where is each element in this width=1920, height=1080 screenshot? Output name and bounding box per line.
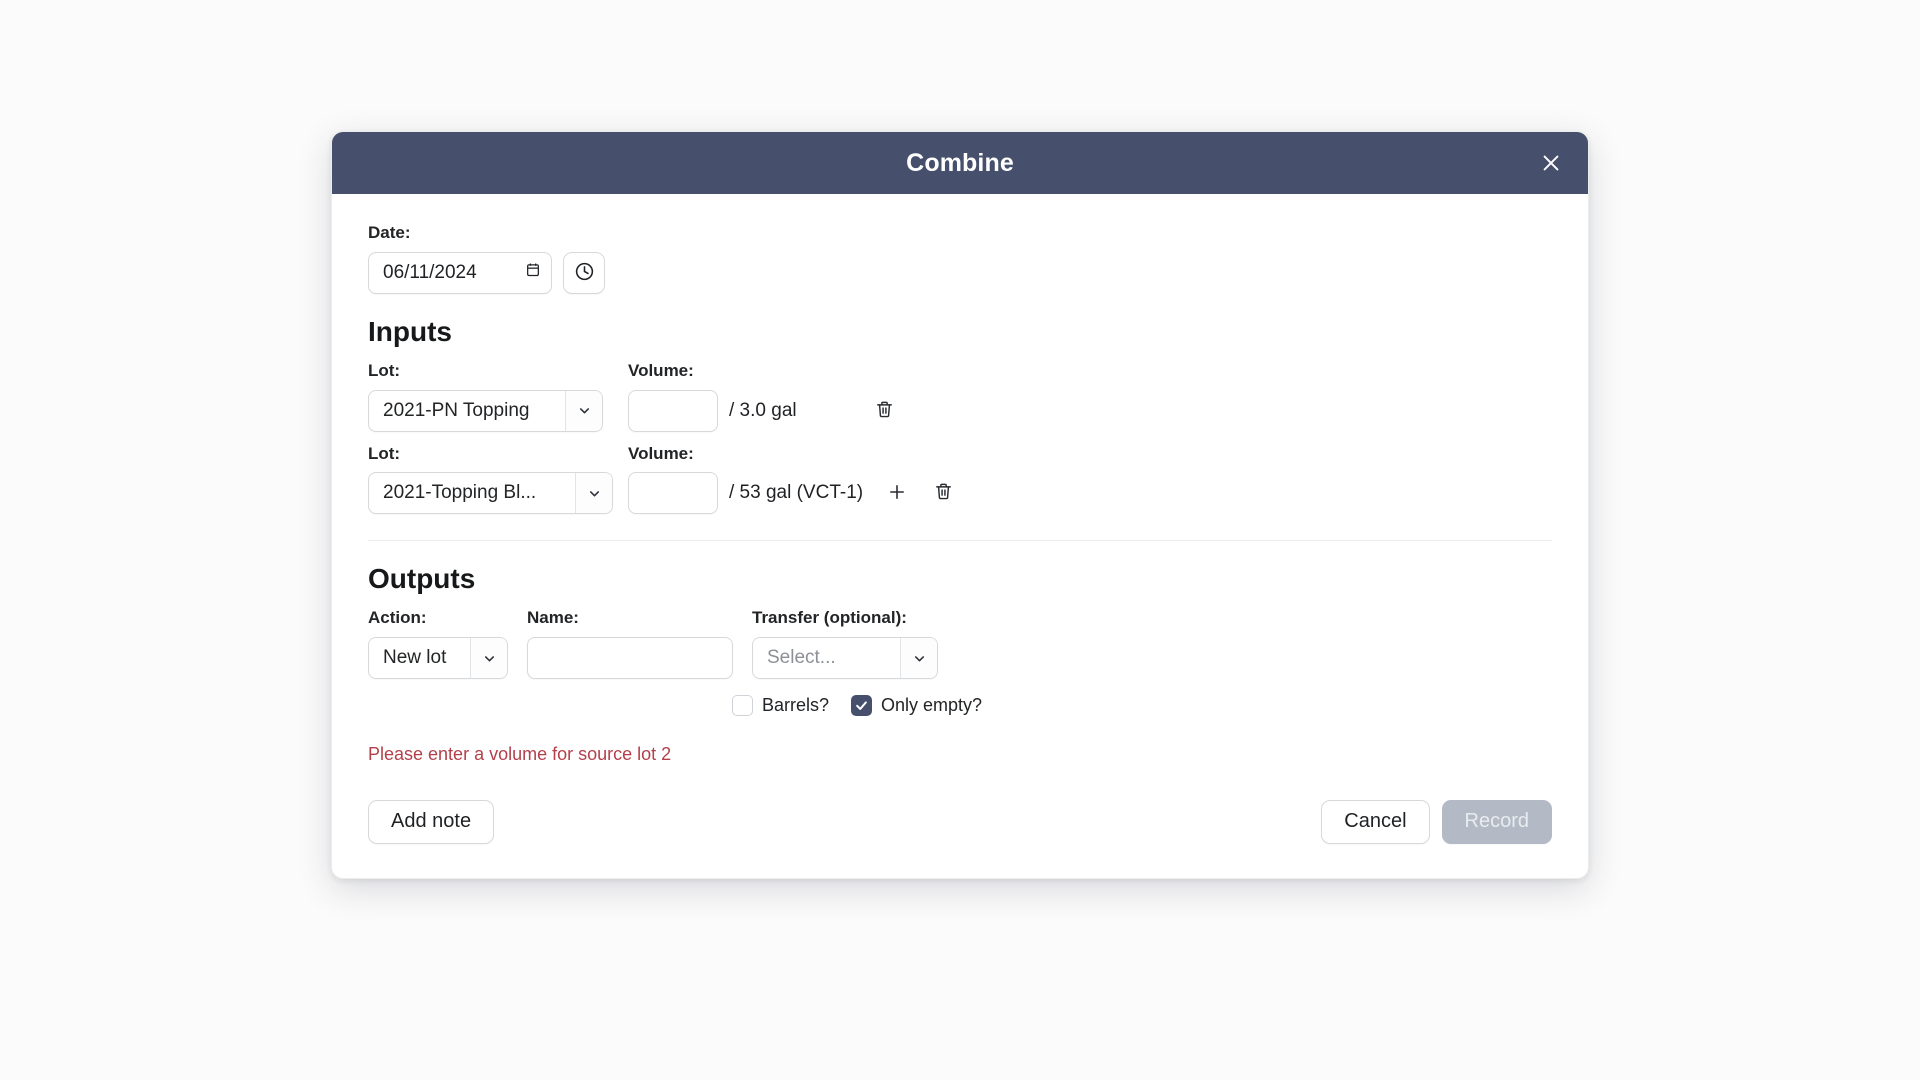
transfer-select[interactable]: Select... <box>752 637 938 680</box>
volume-label-2: Volume: <box>628 443 694 463</box>
action-select[interactable]: New lot <box>368 637 508 680</box>
barrels-checkbox[interactable] <box>732 695 753 717</box>
action-select-value: New lot <box>383 647 447 669</box>
transfer-label: Transfer (optional): <box>752 608 907 628</box>
name-input[interactable] <box>527 637 733 680</box>
input-row-2-actions <box>877 473 963 513</box>
lot-select-1-value: 2021-PN Topping <box>383 399 530 421</box>
capacity-text-2: / 53 gal (VCT-1) <box>729 482 864 504</box>
action-field: Action: New lot <box>368 608 508 680</box>
chevron-down-icon <box>565 390 602 431</box>
page-title: Combine <box>906 148 1014 177</box>
date-row: 06/11/2024 <box>368 251 1552 294</box>
app-background: Combine Date: 06/11/2024 Inputs Lot: 202… <box>0 0 1920 1080</box>
add-note-button[interactable]: Add note <box>368 799 495 844</box>
transfer-select-value: Select... <box>767 647 836 669</box>
modal-header: Combine <box>332 132 1588 194</box>
only-empty-checkbox-label: Only empty? <box>881 695 983 716</box>
trash-icon <box>875 400 894 422</box>
outputs-row: Action: New lot Name: Transfer (optional… <box>368 608 1552 680</box>
volume-label-1: Volume: <box>628 360 694 380</box>
delete-input-row-1-button[interactable] <box>865 391 905 431</box>
trash-icon <box>934 482 953 504</box>
capacity-text-1: / 3.0 gal <box>729 399 797 421</box>
name-field: Name: <box>527 608 733 680</box>
calendar-icon[interactable] <box>525 261 541 284</box>
validation-error-message: Please enter a volume for source lot 2 <box>368 744 672 765</box>
cancel-button[interactable]: Cancel <box>1321 799 1430 844</box>
lot-select-1[interactable]: 2021-PN Topping <box>368 389 603 432</box>
lot-select-2-value: 2021-Topping Bl... <box>383 482 537 504</box>
date-value: 06/11/2024 <box>383 261 477 283</box>
footer-right-actions: Cancel Record <box>1321 799 1552 844</box>
input-row-2-volume-field: Volume: / 53 gal (VCT-1) <box>628 443 864 515</box>
lot-label-1: Lot: <box>368 360 401 380</box>
combine-modal: Combine Date: 06/11/2024 Inputs Lot: 202… <box>331 131 1589 879</box>
outputs-heading: Outputs <box>368 563 476 595</box>
date-label: Date: <box>368 223 411 242</box>
volume-input-1[interactable] <box>628 389 718 432</box>
date-input[interactable]: 06/11/2024 <box>368 251 552 294</box>
add-input-row-button[interactable] <box>877 473 917 513</box>
input-row-2: Lot: 2021-Topping Bl... Volume: / 53 gal… <box>368 443 1552 515</box>
modal-footer: Add note Cancel Record <box>332 766 1588 878</box>
name-label: Name: <box>527 608 579 628</box>
section-divider <box>368 540 1552 542</box>
barrels-checkbox-label: Barrels? <box>762 695 830 716</box>
chevron-down-icon <box>470 638 507 679</box>
close-icon <box>1540 152 1562 174</box>
input-row-1-volume-field: Volume: / 3.0 gal <box>628 360 797 432</box>
lot-select-2[interactable]: 2021-Topping Bl... <box>368 472 613 515</box>
time-picker-button[interactable] <box>563 251 605 294</box>
check-icon <box>856 701 867 711</box>
action-label: Action: <box>368 608 427 628</box>
modal-body: Date: 06/11/2024 Inputs Lot: 2021-PN Top… <box>332 194 1588 766</box>
only-empty-checkbox[interactable] <box>851 695 873 717</box>
input-row-1-actions <box>865 391 905 431</box>
close-button[interactable] <box>1534 146 1568 180</box>
transfer-field: Transfer (optional): Select... <box>752 608 938 680</box>
input-row-1: Lot: 2021-PN Topping Volume: / 3.0 gal <box>368 360 1552 432</box>
plus-icon <box>887 482 907 505</box>
delete-input-row-2-button[interactable] <box>923 473 963 513</box>
input-row-1-lot-field: Lot: 2021-PN Topping <box>368 360 603 432</box>
inputs-heading: Inputs <box>368 315 452 347</box>
chevron-down-icon <box>900 638 937 679</box>
input-row-2-lot-field: Lot: 2021-Topping Bl... <box>368 443 613 515</box>
record-button[interactable]: Record <box>1441 799 1552 844</box>
volume-input-2[interactable] <box>628 472 718 515</box>
output-options-row: Barrels? Only empty? <box>732 695 1552 717</box>
lot-label-2: Lot: <box>368 443 401 463</box>
clock-icon <box>574 261 595 285</box>
chevron-down-icon <box>575 473 612 514</box>
